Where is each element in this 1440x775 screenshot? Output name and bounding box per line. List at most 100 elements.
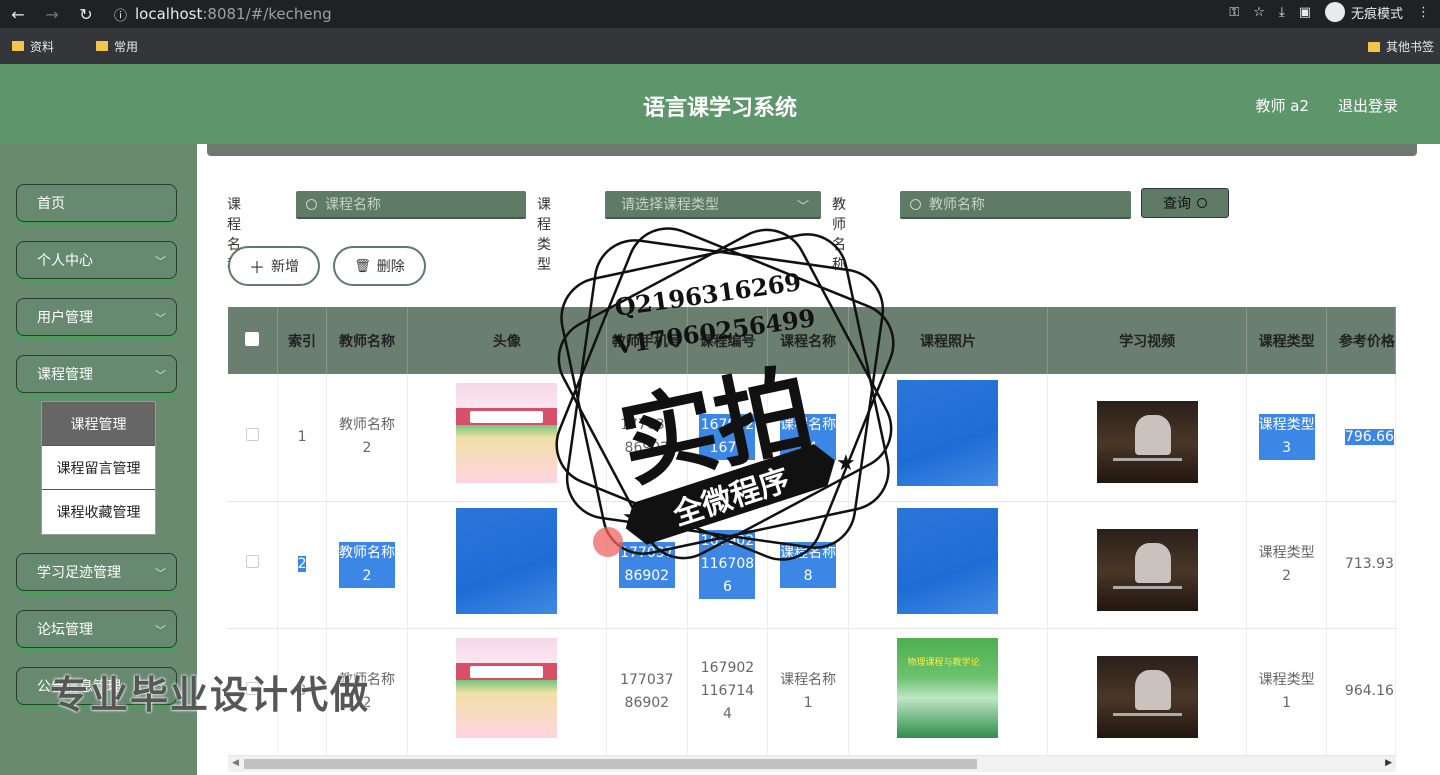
sidebar-item-label: 课程管理 [37, 367, 93, 383]
row-checkbox[interactable] [245, 427, 259, 441]
bookmark-folder[interactable]: 资料 [12, 38, 54, 55]
course-type-label: 课程类型 [537, 197, 551, 273]
forward-icon[interactable]: → [40, 2, 64, 26]
course-type-select[interactable]: 请选择课程类型 ﹀ [605, 191, 821, 219]
bookmark-label: 其他书签 [1385, 40, 1434, 54]
app-header: 语言课学习系统 教师 a2 退出登录 [0, 64, 1440, 144]
incognito-label: 无痕模式 [1350, 6, 1403, 22]
sidebar-item-profile[interactable]: 个人中心 ﹀ [16, 241, 177, 279]
sidepanel-icon[interactable]: ▣ [1299, 5, 1311, 20]
search-icon [910, 198, 921, 210]
search-icon [306, 198, 317, 210]
teacher-name: 教师名称2 [339, 417, 396, 457]
sidebar-item-label: 首页 [37, 196, 65, 212]
sidebar-item-label: 个人中心 [37, 253, 93, 269]
teacher-name-label: 教师名称 [832, 197, 846, 273]
add-button[interactable]: ＋ 新增 [228, 246, 320, 286]
scroll-left-icon[interactable]: ◀ [232, 758, 239, 768]
sidebar-item-forum[interactable]: 论坛管理 ﹀ [16, 610, 177, 648]
search-icon [1197, 198, 1207, 208]
course-number: 1679021167144 [700, 660, 755, 722]
teacher-name-placeholder: 教师名称 [929, 197, 985, 213]
course-name-input[interactable]: 课程名称 [296, 191, 526, 219]
course-number: 1679021671 [699, 414, 756, 461]
reference-price: 796.66 [1344, 428, 1394, 445]
column-header: 教师手机号 [606, 307, 688, 374]
key-icon[interactable]: ⚿ [1229, 5, 1239, 20]
folder-icon [96, 41, 109, 51]
bookmark-label: 常用 [114, 39, 139, 54]
course-type-placeholder: 请选择课程类型 [621, 197, 719, 213]
logout-link[interactable]: 退出登录 [1338, 95, 1398, 116]
url-host: localhost [135, 5, 203, 23]
back-icon[interactable]: ← [6, 2, 30, 26]
table-row[interactable]: 3 教师名称2 17703786902 1679021167144 课程名称1 … [228, 628, 1396, 756]
reload-icon[interactable]: ↻ [74, 2, 98, 26]
teacher-phone: 17703786902 [620, 671, 674, 711]
column-header: 索引 [277, 307, 328, 374]
course-table: 索引 教师名称 头像 教师手机号 课程编号 课程名称 课程照片 学习视频 课程类… [228, 307, 1396, 775]
delete-button[interactable]: 🗑 删除 [333, 246, 426, 286]
select-all-cell[interactable] [228, 307, 278, 374]
menu-icon[interactable]: ⋮ [1417, 5, 1430, 20]
bookmark-folder[interactable]: 常用 [96, 38, 138, 55]
column-header: 课程类型 [1246, 307, 1327, 374]
chevron-down-icon: ﹀ [155, 567, 166, 580]
course-photo [897, 507, 999, 614]
sidebar-item-users[interactable]: 用户管理 ﹀ [16, 298, 177, 336]
row-index: 1 [297, 428, 307, 445]
avatar-image [456, 383, 558, 484]
row-checkbox[interactable] [245, 555, 259, 568]
info-icon[interactable]: ⓘ [114, 5, 127, 24]
course-name-placeholder: 课程名称 [325, 197, 381, 213]
course-number: 1679021167086 [699, 530, 756, 599]
teacher-phone: 17703786902 [620, 417, 674, 457]
teacher-name: 教师名称2 [339, 541, 396, 588]
sidebar-item-label: 论坛管理 [37, 622, 93, 638]
chevron-down-icon: ﹀ [155, 312, 166, 325]
sidebar-item-footprints[interactable]: 学习足迹管理 ﹀ [16, 553, 177, 591]
reference-price: 713.93 [1344, 556, 1394, 572]
chevron-down-icon: ﹀ [796, 199, 809, 213]
chevron-down-icon: ﹀ [155, 624, 166, 637]
course-name: 课程名称14 [780, 414, 837, 461]
bookmarks-bar: 资料 常用 其他书签 [0, 28, 1440, 64]
row-index: 2 [297, 556, 307, 572]
study-video[interactable] [1096, 383, 1198, 484]
scrollbar-thumb[interactable] [244, 759, 977, 769]
submenu-course-comments[interactable]: 课程留言管理 [42, 446, 155, 490]
submenu-course-manage[interactable]: 课程管理 [42, 402, 155, 446]
teacher-phone: 17703786902 [618, 541, 675, 588]
star-icon[interactable]: ☆ [1253, 5, 1265, 20]
course-type: 课程类型2 [1258, 544, 1315, 584]
column-header: 参考价格 [1326, 307, 1396, 374]
sidebar-item-courses[interactable]: 课程管理 ﹀ [16, 355, 177, 393]
sidebar-item-home[interactable]: 首页 [16, 184, 177, 222]
folder-icon [12, 41, 24, 51]
study-video[interactable] [1096, 637, 1198, 738]
course-photo [897, 637, 999, 738]
download-icon[interactable]: ⤓ [1279, 5, 1285, 20]
incognito-indicator[interactable]: 无痕模式 [1324, 2, 1403, 22]
watermark-text: 专业毕业设计代做 [50, 673, 371, 717]
study-video[interactable] [1096, 510, 1198, 611]
teacher-name-input[interactable]: 教师名称 [900, 191, 1131, 219]
browser-toolbar: ← → ↻ ⓘ localhost:8081/#/kecheng ⚿ ☆ ⤓ ▣… [0, 0, 1440, 28]
submenu-course-favorites[interactable]: 课程收藏管理 [42, 490, 155, 534]
column-header: 课程名称 [767, 307, 849, 374]
other-bookmarks[interactable]: 其他书签 [1367, 38, 1434, 55]
table-row[interactable]: 2 教师名称2 17703786902 1679021167086 课程名称8 … [228, 501, 1396, 629]
plus-icon: ＋ [248, 258, 265, 277]
chevron-down-icon: ﹀ [155, 369, 166, 382]
address-bar[interactable]: ⓘ localhost:8081/#/kecheng [104, 0, 1244, 28]
select-all-checkbox[interactable] [245, 331, 260, 346]
horizontal-scrollbar[interactable]: ◀ ▶ [228, 756, 1396, 772]
avatar-image [456, 637, 558, 738]
sidebar-item-label: 用户管理 [37, 310, 93, 326]
query-button[interactable]: 查询 [1141, 188, 1229, 218]
reference-price: 964.16 [1344, 683, 1394, 699]
course-name: 课程名称8 [780, 541, 837, 588]
table-row[interactable]: 1 教师名称2 17703786902 1679021671 课程名称14 课程… [228, 374, 1396, 502]
scroll-right-icon[interactable]: ▶ [1385, 758, 1392, 768]
bookmark-label: 资料 [30, 39, 55, 54]
